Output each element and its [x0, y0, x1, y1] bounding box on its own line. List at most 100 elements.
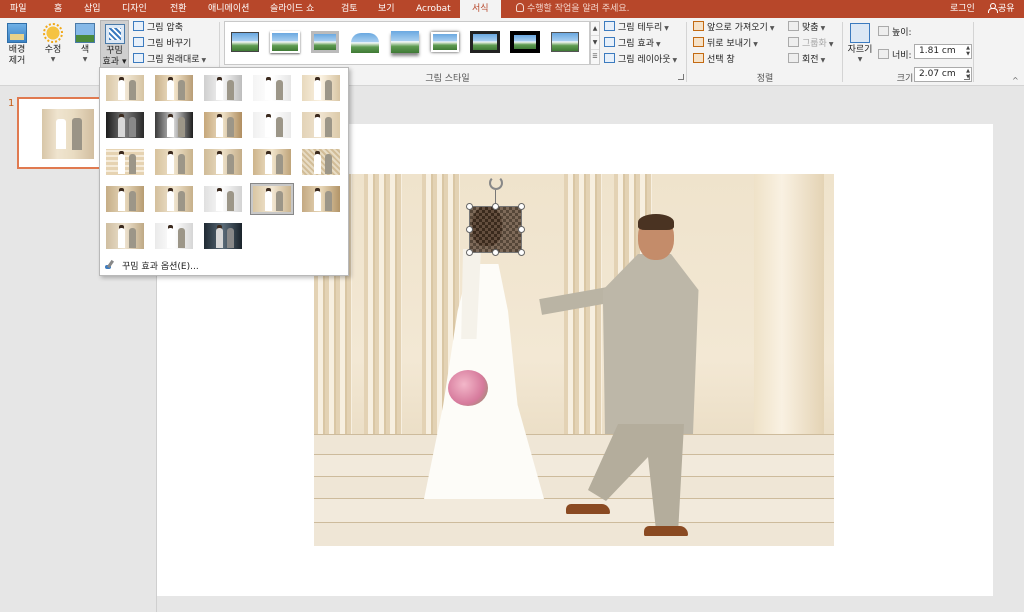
- shoe: [644, 526, 688, 536]
- artistic-effects-options-item[interactable]: 꾸밈 효과 옵션(E)...: [104, 260, 199, 274]
- chevron-down-icon: ▼: [82, 56, 88, 63]
- change-picture-button[interactable]: 그림 바꾸기: [133, 37, 191, 52]
- artistic-effects-icon: [104, 24, 125, 44]
- artistic-effect-texture[interactable]: [152, 183, 196, 215]
- artistic-effect-chalk[interactable]: [103, 109, 147, 141]
- crop-button[interactable]: 자르기 ▼: [846, 20, 874, 70]
- reset-picture-button[interactable]: 그림 원래대로 ▼: [133, 53, 206, 68]
- artistic-effect-pastel[interactable]: [250, 183, 294, 215]
- tab-animations[interactable]: 애니메이션: [208, 0, 249, 18]
- color-button[interactable]: 색 ▼: [71, 20, 99, 70]
- artistic-effect-marker[interactable]: [152, 72, 196, 104]
- artistic-effect-plastic[interactable]: [299, 183, 343, 215]
- remove-background-button[interactable]: 배경 제거: [3, 20, 31, 70]
- resize-handle[interactable]: [466, 249, 473, 256]
- resize-handle[interactable]: [518, 249, 525, 256]
- compress-pictures-button[interactable]: 그림 압축: [133, 21, 183, 36]
- resize-handle[interactable]: [466, 203, 473, 210]
- picture-style-thumb[interactable]: [429, 29, 461, 55]
- resize-handle[interactable]: [492, 203, 499, 210]
- tab-format[interactable]: 서식: [460, 0, 501, 18]
- picture-style-thumb[interactable]: [309, 29, 341, 55]
- tab-home[interactable]: 홈: [54, 0, 62, 18]
- chevron-down-icon[interactable]: ▼: [591, 36, 599, 50]
- picture-style-thumb[interactable]: [509, 29, 541, 55]
- rotate-handle-icon[interactable]: [489, 176, 503, 190]
- tab-insert[interactable]: 삽입: [84, 0, 101, 18]
- artistic-effect-glass[interactable]: [299, 146, 343, 178]
- resize-handle[interactable]: [492, 249, 499, 256]
- artistic-effect-glow[interactable]: [250, 109, 294, 141]
- picture-border-button[interactable]: 그림 테두리 ▼: [604, 21, 669, 36]
- artistic-effect-paint-dark[interactable]: [152, 109, 196, 141]
- artistic-effect-neon[interactable]: [152, 220, 196, 252]
- resize-handle[interactable]: [518, 226, 525, 233]
- gallery-scroll[interactable]: ▲ ▼ ☰: [590, 21, 600, 65]
- selection-pane-button[interactable]: 선택 창: [693, 53, 735, 68]
- artistic-effect-pencil-sketch[interactable]: [250, 72, 294, 104]
- login-button[interactable]: 로그인: [950, 0, 975, 18]
- picture-style-thumb[interactable]: [389, 29, 421, 55]
- artistic-effect-cement[interactable]: [103, 183, 147, 215]
- artistic-effect-watercolor[interactable]: [152, 146, 196, 178]
- picture-styles-group-label: 그림 스타일: [425, 74, 470, 84]
- collapse-ribbon-icon[interactable]: ^: [1012, 76, 1019, 85]
- height-input[interactable]: 1.81 cm ▲ ▼: [914, 44, 972, 59]
- align-button[interactable]: 맞춤 ▼: [788, 21, 825, 36]
- corrections-button[interactable]: 수정 ▼: [38, 20, 68, 70]
- tell-me-box[interactable]: 수행할 작업을 알려 주세요.: [516, 0, 630, 18]
- tab-transitions[interactable]: 전환: [170, 0, 187, 18]
- group-button[interactable]: 그룹화 ▼: [788, 37, 833, 52]
- artistic-effect-pencil-gray[interactable]: [201, 72, 245, 104]
- chevron-up-icon[interactable]: ▲: [591, 22, 599, 36]
- artistic-effect-light-screen[interactable]: [103, 146, 147, 178]
- resize-handle[interactable]: [518, 203, 525, 210]
- artistic-effect-blur[interactable]: [299, 109, 343, 141]
- picture-style-thumb[interactable]: [549, 29, 581, 55]
- reset-picture-label: 그림 원래대로: [147, 55, 200, 65]
- artistic-effect-line-drawing[interactable]: [299, 72, 343, 104]
- picture-style-thumb[interactable]: [269, 29, 301, 55]
- picture-style-thumb[interactable]: [349, 29, 381, 55]
- tab-slideshow[interactable]: 슬라이드 쇼: [270, 0, 314, 18]
- sun-icon: [43, 23, 63, 43]
- picture-style-thumb[interactable]: [469, 29, 501, 55]
- share-button[interactable]: 공유: [988, 0, 1015, 18]
- send-backward-button[interactable]: 뒤로 보내기 ▼: [693, 37, 758, 52]
- bring-forward-icon: [693, 21, 704, 31]
- artistic-effects-button[interactable]: 꾸밈 효과 ▾: [100, 20, 129, 71]
- picture-layout-button[interactable]: 그림 레이아웃 ▼: [604, 53, 677, 68]
- artistic-effect-etching[interactable]: [201, 183, 245, 215]
- change-picture-label: 그림 바꾸기: [147, 39, 192, 49]
- picture-effects-button[interactable]: 그림 효과 ▼: [604, 37, 661, 52]
- tab-review[interactable]: 검토: [341, 0, 358, 18]
- resize-handle[interactable]: [466, 226, 473, 233]
- tab-file[interactable]: 파일: [10, 0, 27, 18]
- artistic-effect-mosaic[interactable]: [250, 146, 294, 178]
- selection-box[interactable]: [466, 203, 525, 256]
- person-icon: [988, 3, 998, 13]
- rotate-button[interactable]: 회전 ▼: [788, 53, 825, 68]
- artistic-effect-normal[interactable]: [103, 72, 147, 104]
- tab-acrobat[interactable]: Acrobat: [416, 0, 451, 18]
- artistic-effect-cutout[interactable]: [201, 220, 245, 252]
- arrange-group-label: 정렬: [756, 74, 774, 84]
- width-label: 너비:: [878, 49, 912, 64]
- artistic-effect-paint-brush[interactable]: [201, 109, 245, 141]
- wedding-photo[interactable]: [314, 174, 834, 546]
- picture-style-thumb[interactable]: [229, 29, 261, 55]
- gallery-more-icon[interactable]: ☰: [591, 50, 599, 64]
- artistic-effect-film-grain[interactable]: [201, 146, 245, 178]
- slide-thumbnail[interactable]: [17, 97, 109, 169]
- send-backward-icon: [693, 37, 704, 47]
- tab-design[interactable]: 디자인: [122, 0, 147, 18]
- picture-effects-label: 그림 효과: [618, 39, 654, 49]
- chevron-down-icon: ▼: [769, 25, 775, 32]
- tab-view[interactable]: 보기: [378, 0, 395, 18]
- artistic-effect-photocopy[interactable]: [103, 220, 147, 252]
- bring-forward-button[interactable]: 앞으로 가져오기 ▼: [693, 21, 774, 36]
- picture-styles-gallery[interactable]: [224, 21, 590, 65]
- dialog-launcher-icon[interactable]: [678, 74, 684, 80]
- spinner-icon[interactable]: ▲ ▼: [966, 45, 970, 57]
- dialog-launcher-icon[interactable]: [964, 74, 970, 80]
